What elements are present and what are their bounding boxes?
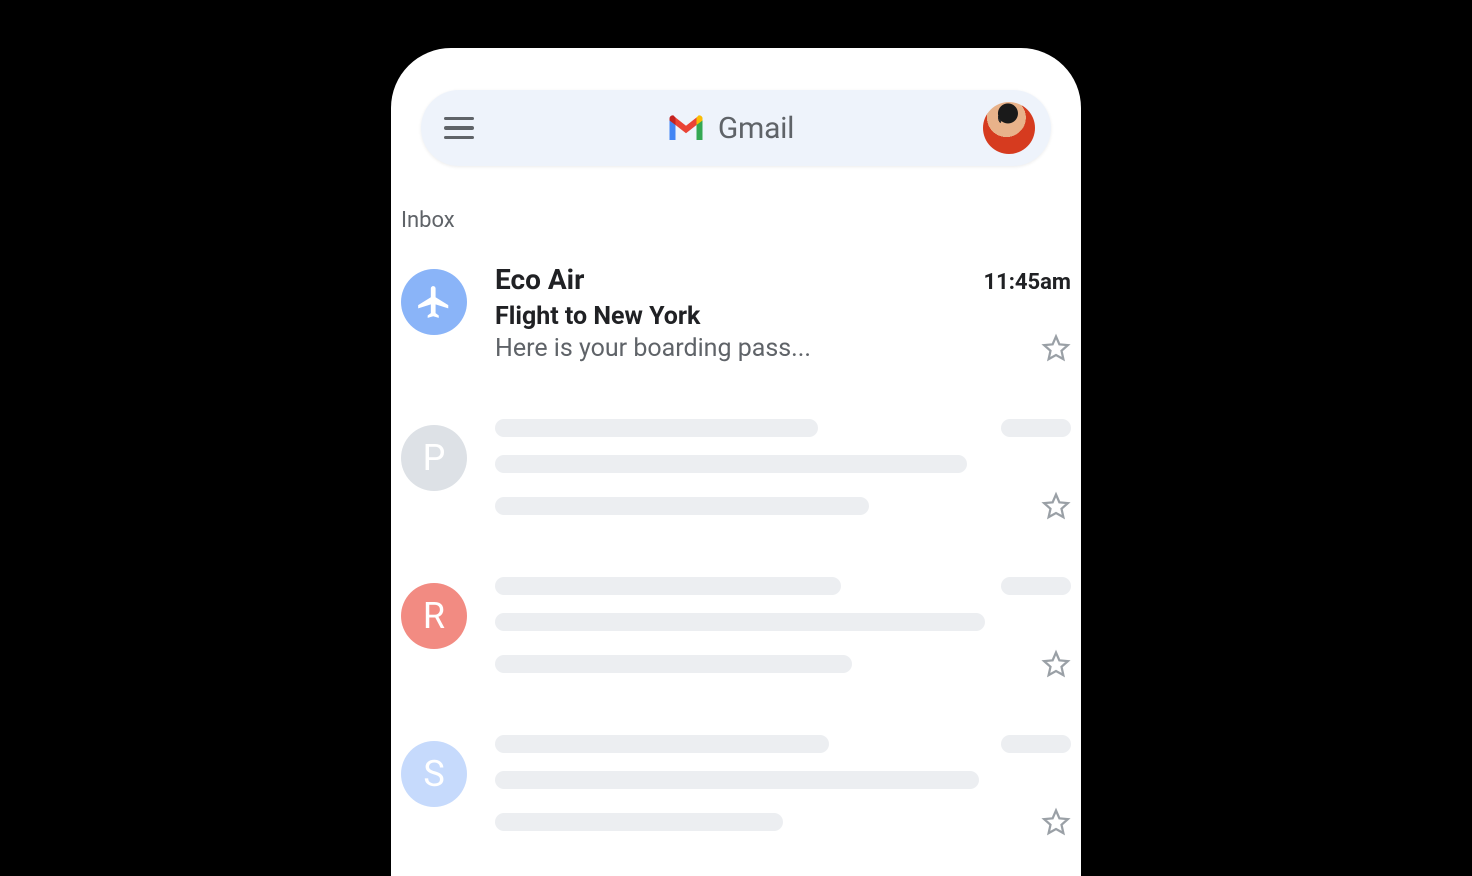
- search-bar[interactable]: Gmail: [421, 90, 1051, 166]
- gmail-logo-icon: [666, 113, 706, 143]
- star-icon[interactable]: [1041, 807, 1071, 837]
- airplane-icon: [415, 283, 453, 321]
- mail-row[interactable]: Eco Air 11:45am Flight to New York Here …: [401, 251, 1071, 407]
- star-icon[interactable]: [1041, 649, 1071, 679]
- app-name: Gmail: [718, 111, 794, 146]
- mail-time: 11:45am: [983, 270, 1071, 295]
- mail-sender: Eco Air: [495, 263, 584, 296]
- mail-row-placeholder[interactable]: R: [401, 565, 1071, 723]
- mail-snippet: Here is your boarding pass...: [495, 334, 811, 363]
- sender-avatar[interactable]: S: [401, 741, 467, 807]
- mail-body: Eco Air 11:45am Flight to New York Here …: [495, 263, 1071, 363]
- avatar-letter: R: [423, 595, 445, 637]
- profile-avatar[interactable]: [983, 102, 1035, 154]
- phone-frame: Gmail Inbox Eco Air 11:45am Flight to Ne…: [391, 48, 1081, 876]
- star-icon[interactable]: [1041, 333, 1071, 363]
- mail-row-placeholder[interactable]: S: [401, 723, 1071, 837]
- sender-avatar[interactable]: P: [401, 425, 467, 491]
- sender-avatar[interactable]: [401, 269, 467, 335]
- placeholder-lines: [495, 735, 1071, 837]
- mail-list: Eco Air 11:45am Flight to New York Here …: [391, 233, 1081, 837]
- placeholder-lines: [495, 419, 1071, 521]
- mail-subject: Flight to New York: [495, 302, 1071, 331]
- section-label-inbox: Inbox: [391, 208, 1081, 233]
- avatar-letter: P: [423, 437, 446, 479]
- avatar-letter: S: [423, 753, 444, 795]
- menu-icon[interactable]: [441, 110, 477, 146]
- placeholder-lines: [495, 577, 1071, 679]
- mail-row-placeholder[interactable]: P: [401, 407, 1071, 565]
- sender-avatar[interactable]: R: [401, 583, 467, 649]
- app-brand: Gmail: [477, 111, 983, 146]
- star-icon[interactable]: [1041, 491, 1071, 521]
